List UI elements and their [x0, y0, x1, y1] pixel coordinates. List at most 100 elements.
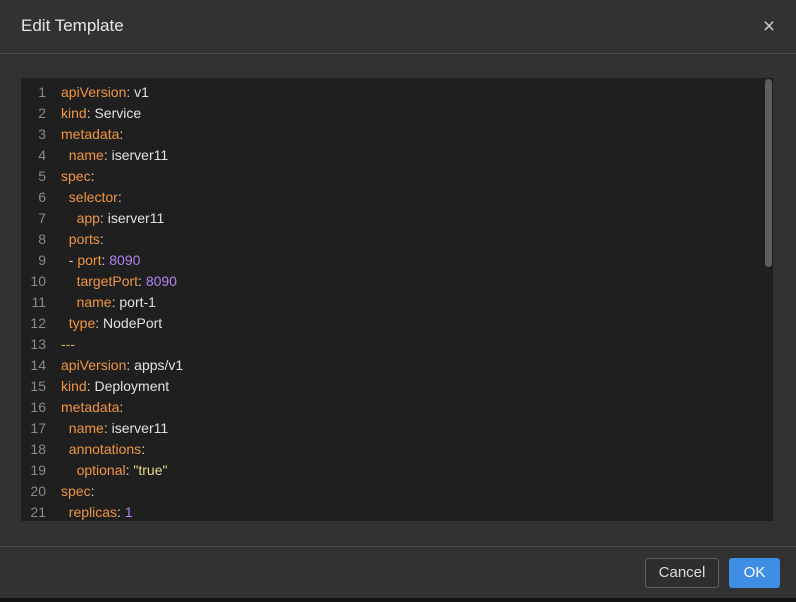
line-number: 7 [38, 210, 46, 226]
line-number: 12 [30, 315, 46, 331]
line-number: 13 [30, 336, 46, 352]
code-line[interactable]: 11 name: port-1 [21, 292, 761, 313]
dialog-title: Edit Template [21, 16, 124, 35]
yaml-punctuation: : [117, 504, 125, 520]
yaml-indent [61, 147, 69, 163]
yaml-indent [61, 273, 77, 289]
code-line[interactable]: 17 name: iserver11 [21, 418, 761, 439]
yaml-punctuation: : [99, 231, 104, 247]
code-line[interactable]: 2 kind: Service [21, 103, 761, 124]
yaml-punctuation: : [141, 441, 146, 457]
yaml-key: app [76, 210, 100, 226]
line-number: 9 [38, 252, 46, 268]
yaml-value: iserver11 [107, 210, 165, 226]
dialog-footer: Cancel OK [0, 546, 796, 598]
code-line[interactable]: 9 - port: 8090 [21, 250, 761, 271]
yaml-key: name [68, 147, 104, 163]
code-line[interactable]: 1 apiVersion: v1 [21, 82, 761, 103]
yaml-value: iserver11 [111, 420, 169, 436]
yaml-punctuation: : [95, 315, 104, 331]
code-line[interactable]: 7 app: iserver11 [21, 208, 761, 229]
yaml-key: metadata [61, 126, 120, 142]
line-number: 8 [38, 231, 46, 247]
code-line[interactable]: 6 selector: [21, 187, 761, 208]
yaml-key: replicas [68, 504, 118, 520]
code-line[interactable]: 20 spec: [21, 481, 761, 502]
edit-template-dialog: Edit Template × 1 apiVersion: v1 2 kind: Se… [0, 0, 796, 598]
line-text: optional: "true" [61, 460, 168, 481]
code-editor[interactable]: 1 apiVersion: v1 2 kind: Service 3 metadata: 4… [21, 78, 773, 521]
line-number: 21 [30, 504, 46, 520]
line-number: 10 [30, 273, 46, 289]
yaml-key: type [68, 315, 96, 331]
editor-scrollbar[interactable] [764, 78, 773, 521]
yaml-number: 1 [124, 504, 133, 520]
line-number: 6 [38, 189, 46, 205]
yaml-value: Service [94, 105, 142, 121]
yaml-punctuation: : [138, 273, 146, 289]
code-line[interactable]: 18 annotations: [21, 439, 761, 460]
yaml-key: metadata [61, 399, 120, 415]
yaml-value: Deployment [94, 378, 170, 394]
yaml-punctuation: : [126, 357, 135, 373]
yaml-punctuation: : [90, 168, 95, 184]
code-line[interactable]: 21 replicas: 1 [21, 502, 761, 521]
line-number: 17 [30, 420, 46, 436]
code-line[interactable]: 12 type: NodePort [21, 313, 761, 334]
yaml-indent [61, 189, 69, 205]
yaml-value: v1 [134, 84, 149, 100]
yaml-key: name [68, 420, 104, 436]
code-line[interactable]: 8 ports: [21, 229, 761, 250]
line-text: --- [61, 334, 75, 355]
scrollbar-thumb[interactable] [765, 79, 772, 267]
yaml-string: "true" [133, 462, 168, 478]
yaml-key: apiVersion [61, 84, 127, 100]
line-text: annotations: [61, 439, 145, 460]
code-line[interactable]: 13 --- [21, 334, 761, 355]
ok-button[interactable]: OK [729, 558, 780, 588]
line-text: metadata: [61, 124, 123, 145]
yaml-punctuation: : [90, 483, 95, 499]
yaml-document-separator: --- [61, 336, 75, 352]
line-text: type: NodePort [61, 313, 162, 334]
code-lines[interactable]: 1 apiVersion: v1 2 kind: Service 3 metadata: 4… [21, 82, 761, 521]
yaml-key: kind [61, 105, 87, 121]
code-line[interactable]: 14 apiVersion: apps/v1 [21, 355, 761, 376]
yaml-indent [61, 231, 69, 247]
line-number: 4 [38, 147, 46, 163]
yaml-key: selector [68, 189, 118, 205]
line-text: name: iserver11 [61, 418, 168, 439]
code-line[interactable]: 3 metadata: [21, 124, 761, 145]
yaml-indent [61, 462, 77, 478]
line-text: spec: [61, 166, 94, 187]
line-number: 14 [30, 357, 46, 373]
code-line[interactable]: 16 metadata: [21, 397, 761, 418]
code-line[interactable]: 5 spec: [21, 166, 761, 187]
code-line[interactable]: 10 targetPort: 8090 [21, 271, 761, 292]
cancel-button[interactable]: Cancel [645, 558, 719, 588]
line-text: spec: [61, 481, 94, 502]
line-text: targetPort: 8090 [61, 271, 177, 292]
dialog-header: Edit Template × [0, 0, 796, 54]
line-text: name: iserver11 [61, 145, 168, 166]
yaml-punctuation: : [103, 147, 112, 163]
yaml-indent [61, 252, 69, 268]
yaml-key: spec [61, 483, 91, 499]
yaml-indent [61, 441, 69, 457]
close-icon[interactable]: × [757, 14, 781, 40]
code-line[interactable]: 19 optional: "true" [21, 460, 761, 481]
yaml-key: name [76, 294, 112, 310]
yaml-key: port [77, 252, 102, 268]
yaml-indent [61, 504, 69, 520]
yaml-key: kind [61, 378, 87, 394]
line-text: - port: 8090 [61, 250, 141, 271]
code-line[interactable]: 4 name: iserver11 [21, 145, 761, 166]
yaml-number: 8090 [109, 252, 141, 268]
yaml-punctuation: : [126, 84, 135, 100]
code-line[interactable]: 15 kind: Deployment [21, 376, 761, 397]
line-number: 15 [30, 378, 46, 394]
line-text: metadata: [61, 397, 123, 418]
yaml-indent [61, 294, 77, 310]
yaml-indent [61, 210, 77, 226]
yaml-key: ports [68, 231, 100, 247]
